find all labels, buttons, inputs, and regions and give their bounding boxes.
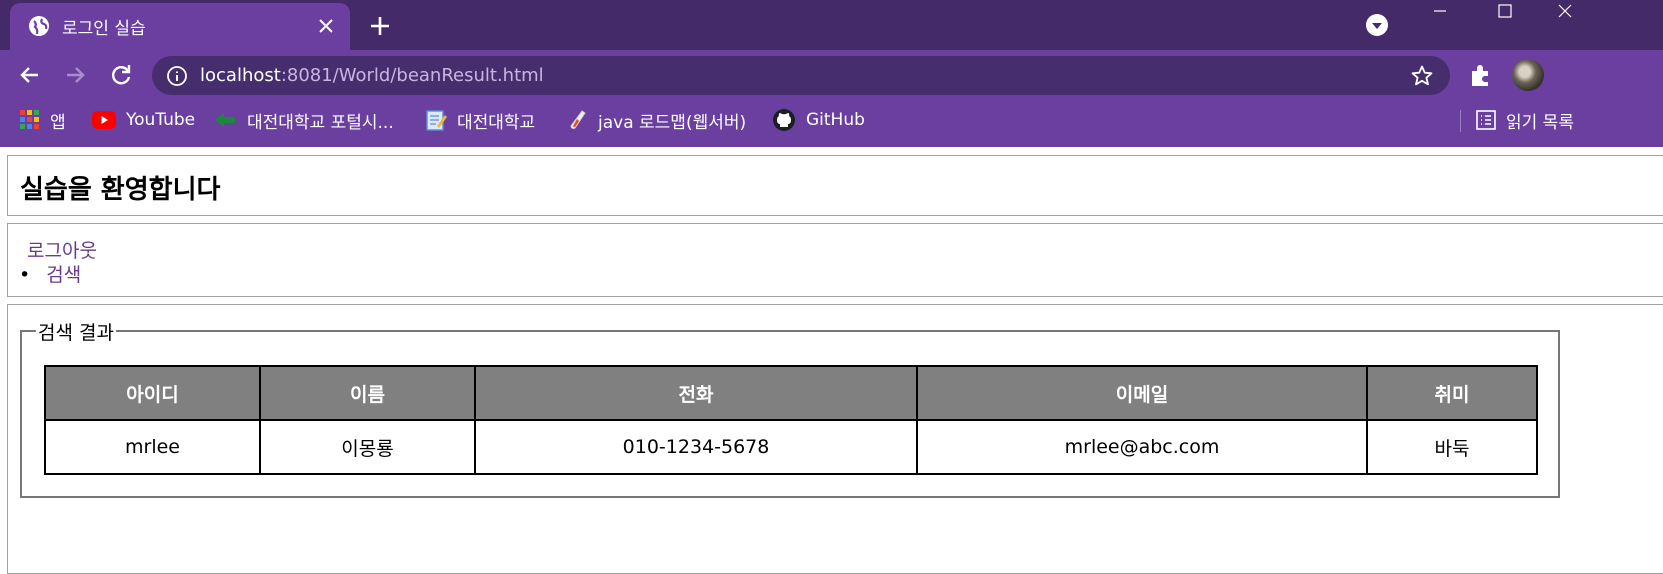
maximize-icon[interactable] (1485, 0, 1525, 30)
column-header-hobby: 취미 (1366, 365, 1538, 421)
bookmark-java-roadmap[interactable]: java 로드맵(웹서버) (568, 100, 746, 140)
globe-icon (29, 16, 49, 36)
reading-list-label: 읽기 목록 (1506, 112, 1574, 133)
cell-phone: 010-1234-5678 (474, 419, 918, 475)
forward-arrow-icon[interactable] (62, 62, 88, 88)
bookmark-label: 대전대학교 (457, 112, 536, 133)
tab-search-icon[interactable] (1365, 13, 1389, 37)
bookmark-label: YouTube (126, 110, 196, 130)
site-info-icon[interactable] (166, 65, 188, 87)
portal-arrow-icon (215, 113, 235, 127)
nav-section: 로그아웃 • 검색 (7, 223, 1663, 297)
github-icon (773, 109, 795, 131)
close-tab-icon[interactable] (316, 16, 336, 36)
url-host: localhost (200, 65, 281, 86)
minimize-icon[interactable] (1420, 0, 1460, 30)
notepad-icon (426, 110, 447, 131)
bookmarks-bar: 앱 YouTube 대전대학교 포털시... 대전대학교 java 로드맵(웹서… (0, 100, 1663, 147)
search-link[interactable]: 검색 (46, 264, 81, 286)
table-header-row: 아이디 이름 전화 이메일 취미 (44, 365, 1538, 421)
page-title: 실습을 환영합니다 (20, 175, 221, 205)
bookmark-star-icon[interactable] (1410, 64, 1434, 88)
cell-id: mrlee (44, 419, 261, 475)
apps-grid-icon (20, 110, 39, 129)
youtube-icon (92, 111, 116, 129)
column-header-id: 아이디 (44, 365, 261, 421)
cell-hobby: 바둑 (1366, 419, 1538, 475)
bookmark-label: 대전대학교 포털시... (247, 112, 394, 133)
back-arrow-icon[interactable] (17, 62, 43, 88)
new-tab-icon[interactable] (368, 14, 392, 38)
bookmark-github[interactable]: GitHub (772, 100, 865, 140)
result-section: 검색 결과 아이디 이름 전화 이메일 취미 mrlee 이몽룡 010-123… (7, 304, 1663, 574)
bookmark-label: 앱 (50, 112, 66, 133)
cell-email: mrlee@abc.com (916, 419, 1368, 475)
column-header-phone: 전화 (474, 365, 918, 421)
reading-list[interactable]: 읽기 목록 (1476, 100, 1574, 140)
column-header-name: 이름 (259, 365, 476, 421)
cell-name: 이몽룡 (259, 419, 476, 475)
bookmark-label: GitHub (806, 110, 865, 130)
fieldset-legend: 검색 결과 (36, 318, 116, 345)
profile-avatar[interactable] (1512, 59, 1544, 91)
reading-list-icon (1476, 110, 1496, 130)
window-close-icon[interactable] (1545, 0, 1585, 30)
browser-tab[interactable]: 로그인 실습 (10, 3, 350, 50)
result-table: 아이디 이름 전화 이메일 취미 mrlee 이몽룡 010-1234-5678… (44, 365, 1538, 475)
title-bar: 로그인 실습 (0, 0, 1663, 50)
url-text[interactable]: localhost:8081/World/beanResult.html (200, 65, 544, 86)
table-row: mrlee 이몽룡 010-1234-5678 mrlee@abc.com 바둑 (44, 419, 1538, 475)
bookmark-apps[interactable]: 앱 (20, 100, 66, 140)
test-tube-icon (570, 110, 586, 129)
logout-link[interactable]: 로그아웃 (27, 236, 97, 263)
search-list-item: • 검색 (19, 260, 81, 287)
tab-title: 로그인 실습 (62, 19, 146, 39)
bookmark-portal[interactable]: 대전대학교 포털시... (213, 100, 394, 140)
address-bar[interactable]: localhost:8081/World/beanResult.html (152, 56, 1450, 95)
extensions-puzzle-icon[interactable] (1468, 62, 1494, 88)
bookmark-youtube[interactable]: YouTube (92, 100, 195, 140)
bookmarks-divider (1460, 110, 1461, 132)
reload-icon[interactable] (108, 62, 134, 88)
column-header-email: 이메일 (916, 365, 1368, 421)
header-section: 실습을 환영합니다 (7, 155, 1663, 216)
page-content: 실습을 환영합니다 로그아웃 • 검색 검색 결과 아이디 이름 전화 이메일 취… (0, 147, 1663, 574)
url-path: :8081/World/beanResult.html (280, 65, 544, 86)
bookmark-university[interactable]: 대전대학교 (425, 100, 535, 140)
list-bullet: • (19, 264, 31, 286)
browser-toolbar: localhost:8081/World/beanResult.html (0, 50, 1663, 100)
search-result-fieldset: 검색 결과 아이디 이름 전화 이메일 취미 mrlee 이몽룡 010-123… (20, 318, 1560, 498)
bookmark-label: java 로드맵(웹서버) (598, 112, 747, 133)
